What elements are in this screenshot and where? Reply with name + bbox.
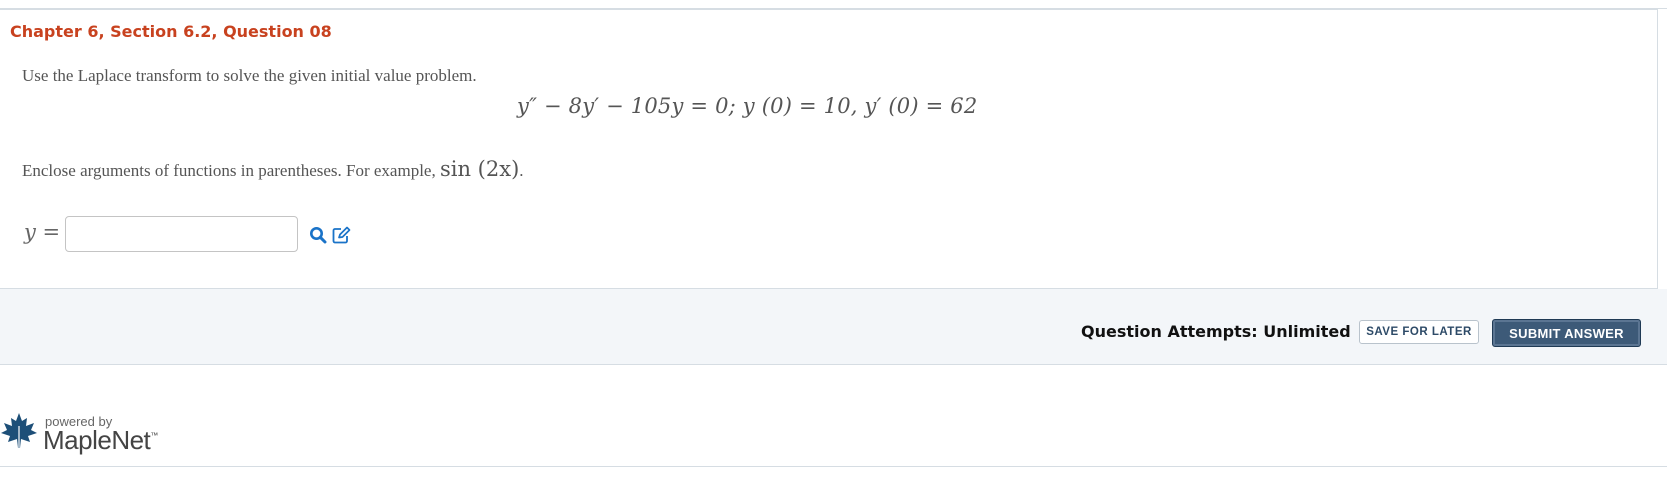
question-footer: Question Attempts: Unlimited SAVE FOR LA… bbox=[0, 289, 1667, 365]
hint-text: Enclose arguments of functions in parent… bbox=[22, 161, 440, 180]
hint-end: . bbox=[519, 161, 524, 180]
maple-leaf-icon bbox=[0, 412, 38, 455]
hint-math: sin (2x) bbox=[439, 157, 520, 181]
edit-icon[interactable] bbox=[330, 224, 352, 246]
attempts-text: Question Attempts: Unlimited bbox=[1081, 322, 1351, 341]
maplenet-wordmark: MapleNet™ bbox=[43, 425, 158, 455]
equation: y″ − 8y′ − 105y = 0; y (0) = 10, y′ (0) … bbox=[517, 94, 978, 118]
question-title: Chapter 6, Section 6.2, Question 08 bbox=[10, 22, 332, 41]
magnifier-icon[interactable] bbox=[307, 224, 329, 246]
answer-label: y = bbox=[24, 220, 61, 244]
question-panel: Chapter 6, Section 6.2, Question 08 Use … bbox=[0, 9, 1658, 289]
top-divider bbox=[0, 0, 1667, 9]
question-prompt: Use the Laplace transform to solve the g… bbox=[22, 66, 477, 85]
bottom-divider bbox=[0, 466, 1667, 467]
submit-answer-button[interactable]: SUBMIT ANSWER bbox=[1492, 319, 1641, 347]
hint: Enclose arguments of functions in parent… bbox=[22, 157, 524, 181]
save-for-later-button[interactable]: SAVE FOR LATER bbox=[1359, 320, 1479, 344]
answer-input[interactable] bbox=[65, 216, 298, 252]
